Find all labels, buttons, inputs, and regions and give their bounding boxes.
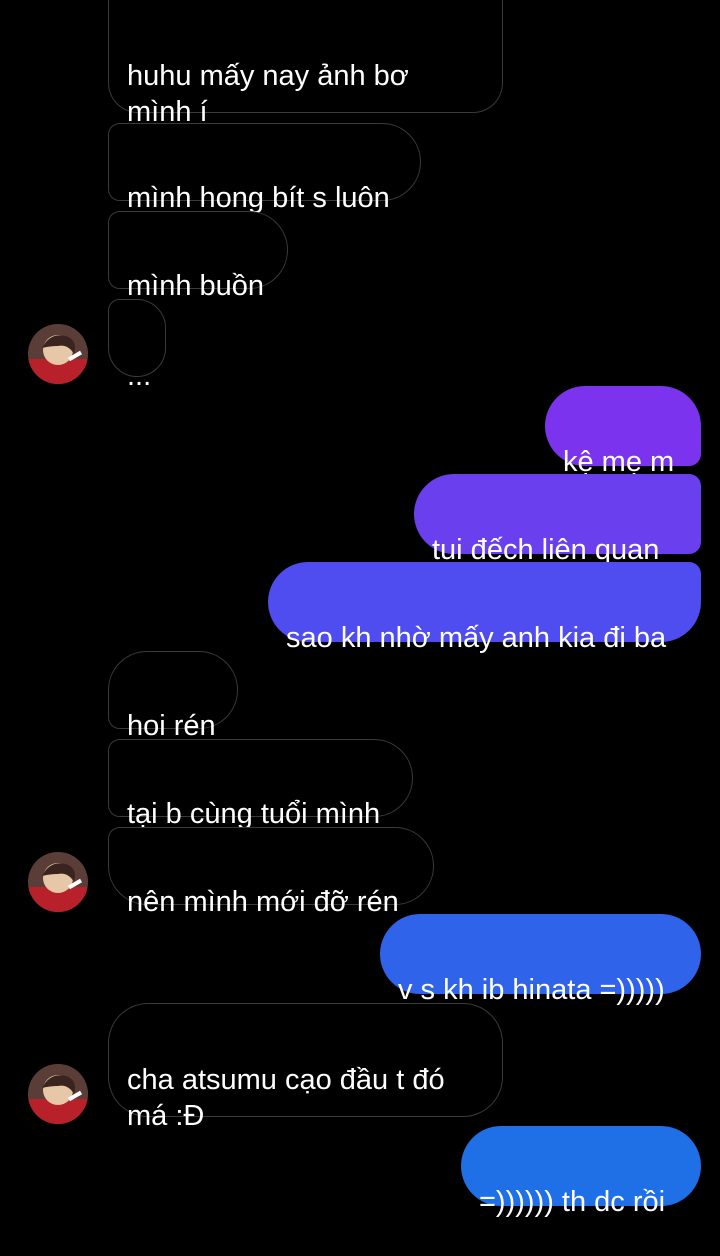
message-text: nên mình mới đỡ rén: [127, 886, 399, 918]
message-bubble-outgoing[interactable]: =)))))) th dc rồi: [461, 1126, 701, 1218]
profile-avatar-icon: [28, 1064, 88, 1124]
message-text: =)))))) th dc rồi: [479, 1186, 666, 1218]
message-bubble-outgoing[interactable]: sao kh nhờ mấy anh kia đi ba: [268, 562, 701, 654]
message-bubble-incoming[interactable]: tại b cùng tuổi mình: [108, 739, 413, 830]
message-bubble-incoming[interactable]: mình hong bít s luôn: [108, 123, 421, 214]
message-text: sao kh nhờ mấy anh kia đi ba: [286, 622, 667, 654]
message-bubble-incoming[interactable]: mình buồn: [108, 211, 288, 302]
message-text: cha atsumu cạo đầu t đó má :Đ: [127, 1064, 445, 1132]
message-bubble-incoming[interactable]: ...: [108, 299, 166, 392]
message-bubble-incoming[interactable]: huhu mấy nay ảnh bơ mình í: [108, 0, 503, 128]
message-bubble-incoming[interactable]: nên mình mới đỡ rén: [108, 827, 434, 918]
profile-avatar-icon: [28, 324, 88, 384]
message-bubble-outgoing[interactable]: v s kh ib hinata =))))): [380, 914, 701, 1006]
message-text: ...: [127, 360, 152, 392]
message-bubble-incoming[interactable]: hoi rén: [108, 651, 238, 742]
profile-avatar-icon: [28, 852, 88, 912]
message-bubble-outgoing[interactable]: kệ mẹ m: [545, 386, 701, 478]
avatar[interactable]: [28, 324, 88, 384]
message-bubble-outgoing[interactable]: tui đếch liên quan: [414, 474, 701, 566]
message-text: huhu mấy nay ảnh bơ mình í: [127, 60, 409, 128]
message-bubble-incoming[interactable]: cha atsumu cạo đầu t đó má :Đ: [108, 1003, 503, 1132]
avatar[interactable]: [28, 1064, 88, 1124]
avatar[interactable]: [28, 852, 88, 912]
message-text: mình buồn: [127, 270, 265, 302]
